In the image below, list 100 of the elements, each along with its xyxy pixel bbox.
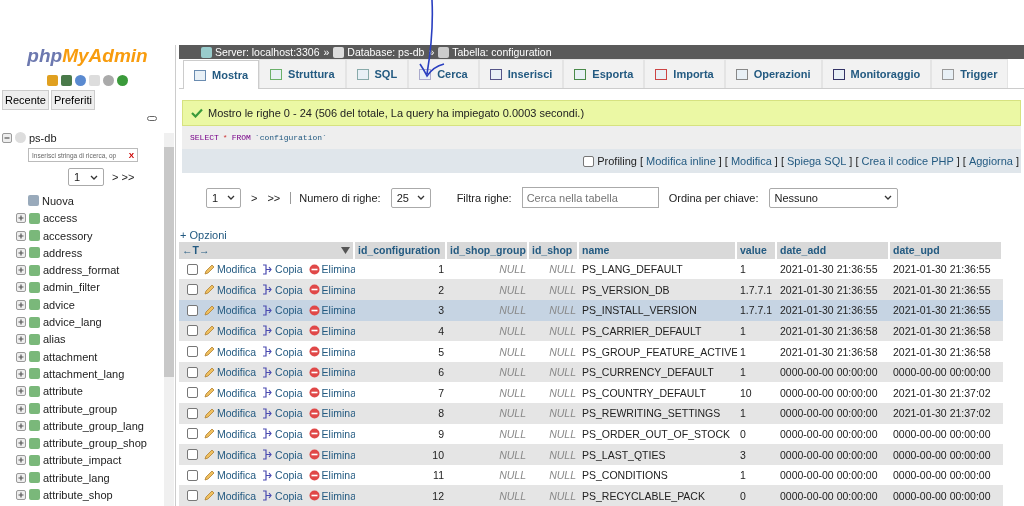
column-header[interactable]: date_upd <box>890 241 1003 259</box>
column-arrows[interactable]: ←T→ <box>182 244 210 257</box>
expand-icon[interactable] <box>16 455 26 466</box>
page-select[interactable]: 1 <box>206 187 241 208</box>
tab[interactable]: Mostra <box>183 60 260 90</box>
query-link[interactable]: Spiega SQL <box>787 155 847 168</box>
row-checkbox[interactable] <box>187 407 198 419</box>
row-checkbox[interactable] <box>187 387 198 399</box>
delete-link[interactable]: Elimina <box>308 386 356 399</box>
column-header[interactable]: value <box>737 241 777 259</box>
table-name[interactable]: advice_lang <box>43 316 102 328</box>
delete-link[interactable]: Elimina <box>308 263 356 276</box>
query-link[interactable]: Crea il codice PHP <box>861 155 954 168</box>
table-name[interactable]: attribute_group_lang <box>43 419 144 432</box>
expand-icon[interactable] <box>16 472 26 483</box>
edit-link[interactable]: Modifica <box>204 427 257 440</box>
delete-link[interactable]: Elimina <box>308 345 356 358</box>
edit-link[interactable]: Modifica <box>204 448 257 461</box>
breadcrumb-link[interactable]: Server: localhost:3306 <box>215 46 320 59</box>
copy-link[interactable]: Copia <box>262 304 303 317</box>
delete-link[interactable]: Elimina <box>308 407 356 420</box>
scrollbar[interactable] <box>164 133 174 506</box>
next-page-link[interactable]: > >> <box>112 171 135 184</box>
tab[interactable]: SQL <box>345 59 409 89</box>
query-link[interactable]: Modifica <box>730 155 772 168</box>
table-name[interactable]: address_format <box>43 264 120 277</box>
next-page-link[interactable]: > <box>251 191 258 204</box>
copy-link[interactable]: Copia <box>262 366 303 379</box>
expand-icon[interactable] <box>16 368 26 379</box>
expand-icon[interactable] <box>16 317 26 327</box>
delete-link[interactable]: Elimina <box>308 366 356 379</box>
table-name[interactable]: accessory <box>43 229 93 242</box>
row-checkbox[interactable] <box>187 366 198 378</box>
tab[interactable]: Struttura <box>259 59 346 89</box>
edit-link[interactable]: Modifica <box>204 263 257 276</box>
sort-select[interactable]: Nessuno <box>768 187 898 208</box>
tab[interactable]: Esporta <box>563 59 645 89</box>
expand-icon[interactable] <box>16 403 26 414</box>
expand-icon[interactable] <box>16 351 26 362</box>
table-name[interactable]: alias <box>43 333 66 346</box>
table-name[interactable]: attribute <box>43 385 83 398</box>
edit-link[interactable]: Modifica <box>204 366 257 379</box>
column-header[interactable]: id_shop <box>529 241 579 259</box>
delete-link[interactable]: Elimina <box>308 489 356 502</box>
delete-link[interactable]: Elimina <box>308 304 356 317</box>
copy-link[interactable]: Copia <box>262 489 303 502</box>
copy-link[interactable]: Copia <box>262 324 303 337</box>
copy-link[interactable]: Copia <box>262 427 303 440</box>
column-header[interactable]: date_add <box>777 241 890 259</box>
expand-icon[interactable] <box>16 334 26 345</box>
copy-link[interactable]: Copia <box>262 283 303 296</box>
tab[interactable]: Cerca <box>408 59 479 89</box>
delete-link[interactable]: Elimina <box>308 324 356 337</box>
row-checkbox[interactable] <box>187 346 198 358</box>
new-table-link[interactable]: Nuova <box>42 194 74 207</box>
copy-link[interactable]: Copia <box>262 469 303 482</box>
expand-icon[interactable] <box>16 490 26 500</box>
expand-icon[interactable] <box>16 265 26 276</box>
table-name[interactable]: attribute_group <box>43 402 117 415</box>
table-name[interactable]: admin_filter <box>43 281 100 294</box>
edit-link[interactable]: Modifica <box>204 469 257 482</box>
delete-link[interactable]: Elimina <box>308 448 356 461</box>
sort-icon[interactable] <box>341 246 350 254</box>
page-select[interactable]: 1 <box>68 168 104 187</box>
edit-link[interactable]: Modifica <box>204 304 257 317</box>
expand-icon[interactable] <box>16 386 26 397</box>
sidebar-tab[interactable]: Preferiti <box>51 90 95 110</box>
delete-link[interactable]: Elimina <box>308 469 356 482</box>
last-page-link[interactable]: >> <box>267 191 281 204</box>
row-checkbox[interactable] <box>187 449 198 460</box>
expand-icon[interactable] <box>16 438 26 449</box>
expand-icon[interactable] <box>16 299 26 310</box>
row-checkbox[interactable] <box>187 428 198 440</box>
row-checkbox[interactable] <box>187 490 198 502</box>
copy-link[interactable]: Copia <box>262 407 303 420</box>
row-checkbox[interactable] <box>187 469 198 481</box>
table-name[interactable]: attribute_shop <box>43 489 113 501</box>
expand-icon[interactable] <box>16 247 26 258</box>
copy-link[interactable]: Copia <box>262 448 303 461</box>
expand-icon[interactable] <box>16 282 26 293</box>
expand-icon[interactable] <box>16 420 26 431</box>
tab[interactable]: Trigger <box>931 59 1009 89</box>
edit-link[interactable]: Modifica <box>204 386 257 399</box>
edit-link[interactable]: Modifica <box>204 489 257 502</box>
copy-link[interactable]: Copia <box>262 263 303 276</box>
options-link[interactable]: + Opzioni <box>180 228 1024 241</box>
row-checkbox[interactable] <box>187 304 198 316</box>
table-name[interactable]: address <box>43 246 83 259</box>
sidebar-tab[interactable]: Recente <box>2 90 49 110</box>
tab[interactable]: Operazioni <box>724 59 822 89</box>
link-icon[interactable] <box>147 116 157 121</box>
rows-select[interactable]: 25 <box>390 187 431 208</box>
database-name[interactable]: ps-db <box>29 131 57 144</box>
row-checkbox[interactable] <box>187 263 198 275</box>
breadcrumb-link[interactable]: Database: ps-db <box>347 46 425 59</box>
query-link[interactable]: Aggiorna <box>968 155 1013 168</box>
table-name[interactable]: attribute_lang <box>43 471 110 484</box>
table-name[interactable]: attribute_group_shop <box>43 437 147 450</box>
column-header[interactable]: id_shop_group <box>447 241 529 259</box>
tab[interactable]: Monitoraggio <box>821 59 932 89</box>
